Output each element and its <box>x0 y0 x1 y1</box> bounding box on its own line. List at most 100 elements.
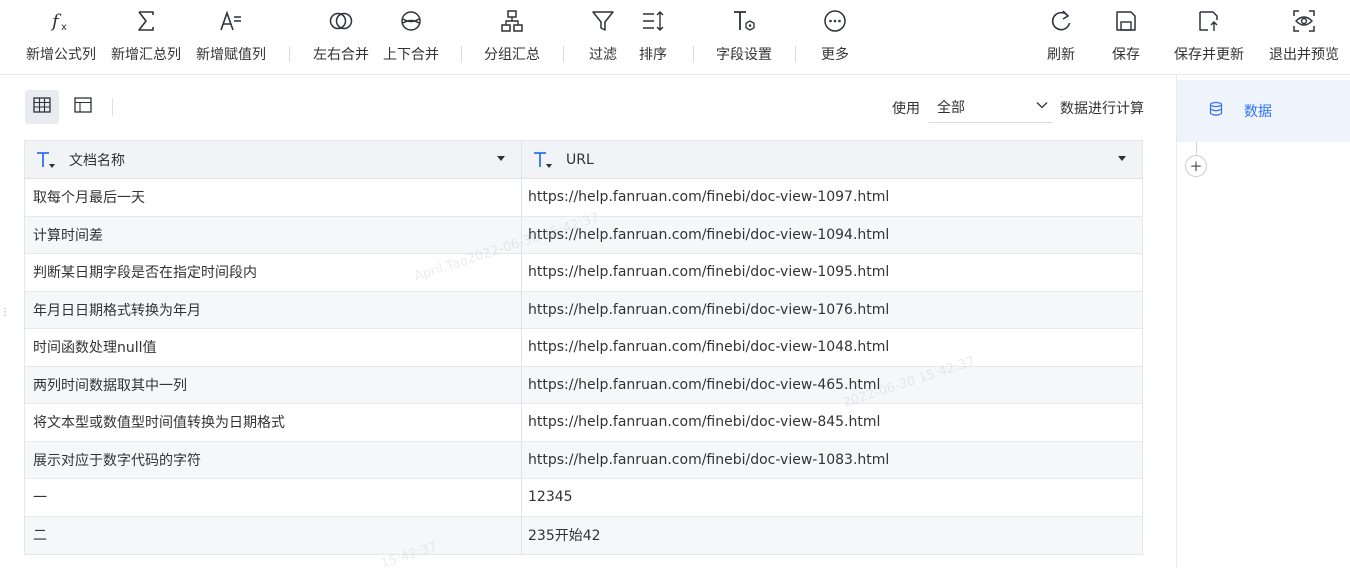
cell-url[interactable]: https://help.fanruan.com/finebi/doc-view… <box>522 217 1142 254</box>
step-data[interactable]: 数据 <box>1177 80 1350 142</box>
formula-fx-icon: fx <box>22 0 100 40</box>
save-label: 保存 <box>1112 47 1140 63</box>
sort-label: 排序 <box>639 47 667 63</box>
toolbar: fx 新增公式列 新增汇总列 新增赋值列 左右合并 上下合并 分组汇总 过滤 排… <box>0 0 1350 75</box>
column-header-url[interactable]: URL <box>522 141 1142 178</box>
more-button[interactable]: 更多 <box>814 0 856 75</box>
add-summary-column-label: 新增汇总列 <box>111 47 181 63</box>
cell-doc-name[interactable]: 两列时间数据取其中一列 <box>25 366 522 403</box>
add-assign-column-label: 新增赋值列 <box>196 47 266 63</box>
cell-url[interactable]: https://help.fanruan.com/finebi/doc-view… <box>522 442 1142 479</box>
layout-view-button[interactable] <box>66 90 100 124</box>
cell-url[interactable]: https://help.fanruan.com/finebi/doc-view… <box>522 254 1142 291</box>
data-scope-select[interactable]: 全部 <box>929 92 1053 123</box>
table-row[interactable]: 两列时间数据取其中一列 https://help.fanruan.com/fine… <box>25 366 1142 404</box>
vertical-merge-label: 上下合并 <box>383 47 439 63</box>
step-data-label: 数据 <box>1244 104 1272 120</box>
refresh-label: 刷新 <box>1047 47 1075 63</box>
table-header: 文档名称 URL <box>25 141 1142 179</box>
sort-button[interactable]: 排序 <box>632 0 674 75</box>
cell-url[interactable]: https://help.fanruan.com/finebi/doc-view… <box>522 367 1142 404</box>
toolbar-divider <box>461 46 462 62</box>
filter-button[interactable]: 过滤 <box>582 0 624 75</box>
sigma-icon <box>107 0 185 40</box>
add-assign-column-button[interactable]: 新增赋值列 <box>192 0 270 75</box>
layout-panel-icon <box>73 95 93 119</box>
table-view-button[interactable] <box>25 90 59 124</box>
table-row[interactable]: 一 12345 <box>25 479 1142 517</box>
exit-preview-icon <box>1264 0 1344 40</box>
column-header-doc-name[interactable]: 文档名称 <box>25 141 522 178</box>
field-settings-label: 字段设置 <box>716 47 772 63</box>
text-type-icon[interactable] <box>35 149 61 171</box>
vertical-merge-button[interactable]: 上下合并 <box>379 0 443 75</box>
save-button[interactable]: 保存 <box>1105 0 1147 75</box>
table-row[interactable]: 二 235开始42 <box>25 516 1142 555</box>
cell-url[interactable]: https://help.fanruan.com/finebi/doc-view… <box>522 404 1142 441</box>
database-icon <box>1197 101 1224 121</box>
cell-url[interactable]: https://help.fanruan.com/finebi/doc-view… <box>522 329 1142 366</box>
column-header-label: 文档名称 <box>69 152 125 169</box>
add-summary-column-button[interactable]: 新增汇总列 <box>107 0 185 75</box>
resize-handle-icon[interactable]: ⋮ <box>0 305 10 321</box>
data-table: 文档名称 URL 取每个月最后一天 https://help.fanruan.co… <box>24 140 1143 555</box>
cell-url[interactable]: https://help.fanruan.com/finebi/doc-view… <box>522 179 1142 216</box>
horizontal-merge-label: 左右合并 <box>313 47 369 63</box>
refresh-icon <box>1040 0 1082 40</box>
cell-doc-name[interactable]: 将文本型或数值型时间值转换为日期格式 <box>25 404 522 441</box>
calc-label: 数据进行计算 <box>1060 101 1144 117</box>
sort-icon <box>632 0 674 40</box>
table-row[interactable]: 展示对应于数字代码的字符 https://help.fanruan.com/fin… <box>25 441 1142 479</box>
add-formula-column-button[interactable]: fx 新增公式列 <box>22 0 100 75</box>
group-summary-icon <box>480 0 544 40</box>
filter-label: 过滤 <box>589 47 617 63</box>
add-step-button[interactable]: + <box>1185 155 1207 177</box>
cell-url[interactable]: 12345 <box>522 479 1142 516</box>
save-and-update-button[interactable]: 保存并更新 <box>1169 0 1249 75</box>
exit-and-preview-button[interactable]: 退出并预览 <box>1264 0 1344 75</box>
vertical-merge-icon <box>379 0 443 40</box>
cell-doc-name[interactable]: 二 <box>25 516 522 554</box>
table-row[interactable]: 判断某日期字段是否在指定时间段内 https://help.fanruan.com… <box>25 254 1142 292</box>
chevron-down-icon <box>1035 98 1053 116</box>
cell-doc-name[interactable]: 时间函数处理null值 <box>25 329 522 366</box>
table-body: 取每个月最后一天 https://help.fanruan.com/finebi/… <box>25 179 1142 554</box>
plus-icon: + <box>1189 156 1203 175</box>
group-summary-label: 分组汇总 <box>484 47 540 63</box>
horizontal-merge-icon <box>309 0 373 40</box>
column-menu-caret-icon[interactable] <box>1118 156 1126 161</box>
column-menu-caret-icon[interactable] <box>497 156 505 161</box>
assign-value-icon <box>192 0 270 40</box>
filter-funnel-icon <box>582 0 624 40</box>
table-row[interactable]: 年月日日期格式转换为年月 https://help.fanruan.com/fin… <box>25 291 1142 329</box>
table-row[interactable]: 将文本型或数值型时间值转换为日期格式 https://help.fanruan.c… <box>25 404 1142 442</box>
refresh-button[interactable]: 刷新 <box>1040 0 1082 75</box>
toolbar-divider <box>563 46 564 62</box>
cell-url[interactable]: https://help.fanruan.com/finebi/doc-view… <box>522 292 1142 329</box>
table-row[interactable]: 时间函数处理null值 https://help.fanruan.com/fine… <box>25 329 1142 367</box>
cell-doc-name[interactable]: 计算时间差 <box>25 216 522 253</box>
cell-url[interactable]: 235开始42 <box>522 517 1142 555</box>
toolbar-divider <box>289 46 290 62</box>
text-type-icon[interactable] <box>532 149 558 171</box>
column-header-label: URL <box>566 151 594 168</box>
table-row[interactable]: 取每个月最后一天 https://help.fanruan.com/finebi/… <box>25 179 1142 217</box>
save-update-icon <box>1169 0 1249 40</box>
group-summary-button[interactable]: 分组汇总 <box>480 0 544 75</box>
add-formula-column-label: 新增公式列 <box>26 47 96 63</box>
cell-doc-name[interactable]: 取每个月最后一天 <box>25 179 522 216</box>
table-grid-icon <box>32 95 52 119</box>
cell-doc-name[interactable]: 一 <box>25 479 522 516</box>
cell-doc-name[interactable]: 展示对应于数字代码的字符 <box>25 441 522 478</box>
field-settings-button[interactable]: 字段设置 <box>712 0 776 75</box>
cell-doc-name[interactable]: 判断某日期字段是否在指定时间段内 <box>25 254 522 291</box>
toolbar-divider <box>795 46 796 62</box>
more-label: 更多 <box>821 47 849 63</box>
more-dots-icon <box>814 0 856 40</box>
cell-doc-name[interactable]: 年月日日期格式转换为年月 <box>25 291 522 328</box>
data-scope-value: 全部 <box>937 100 965 116</box>
step-connector <box>1196 142 1197 156</box>
horizontal-merge-button[interactable]: 左右合并 <box>309 0 373 75</box>
svg-text:x: x <box>61 22 67 33</box>
table-row[interactable]: 计算时间差 https://help.fanruan.com/finebi/doc… <box>25 216 1142 254</box>
